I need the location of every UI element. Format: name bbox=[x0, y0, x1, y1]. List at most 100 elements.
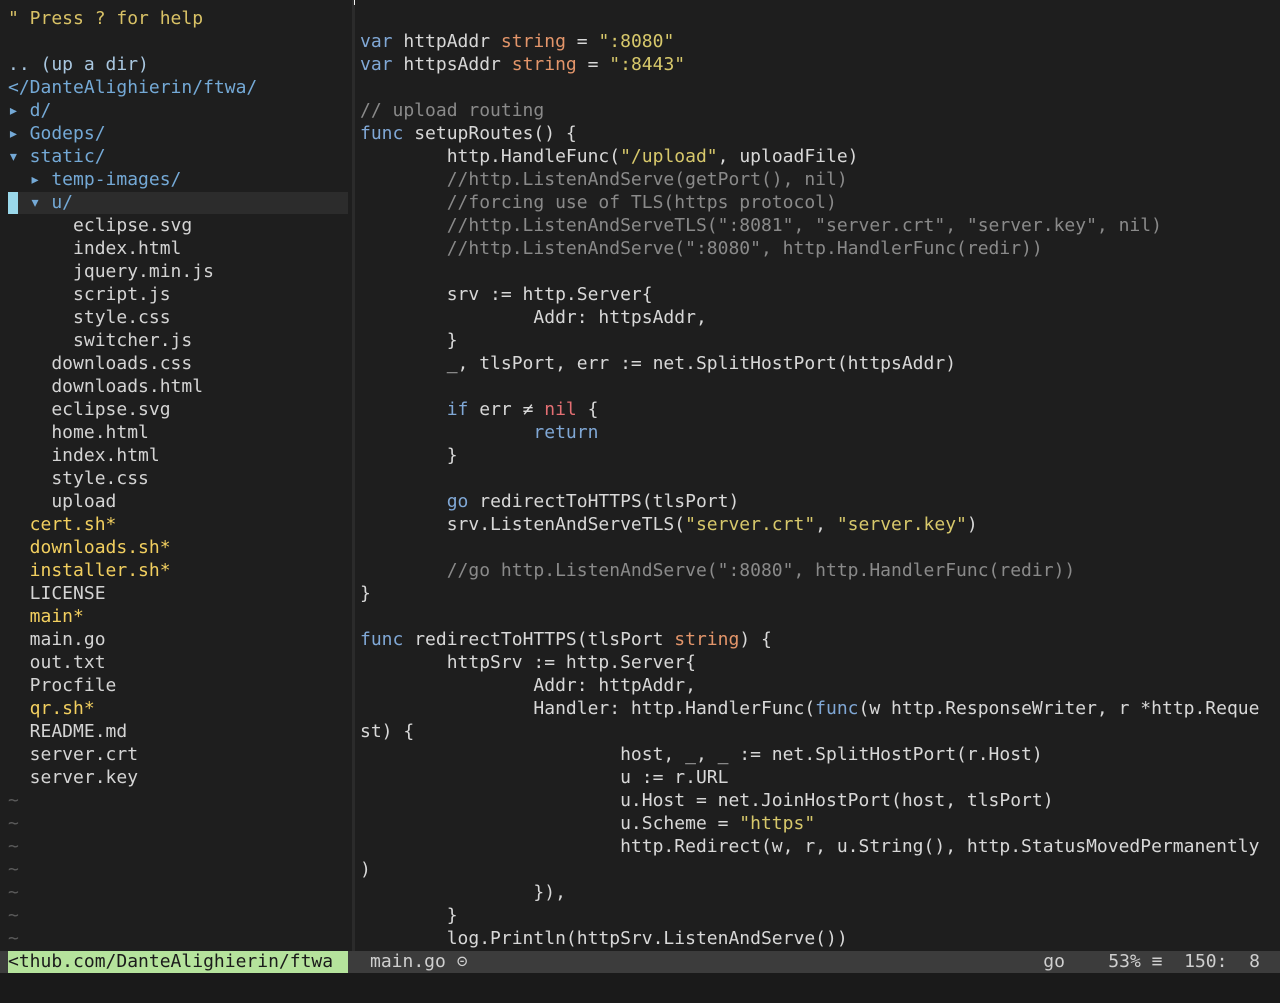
tree-file-item[interactable]: cert.sh* bbox=[8, 513, 348, 536]
tilde-line: ~ bbox=[8, 928, 19, 949]
code-line: st) { bbox=[360, 720, 1275, 743]
code-token: nil bbox=[544, 399, 577, 420]
code-token: //http.ListenAndServeTLS(":8081", "serve… bbox=[360, 215, 1162, 236]
tree-file-item[interactable]: switcher.js bbox=[8, 329, 348, 352]
code-line: http.Redirect(w, r, u.String(), http.Sta… bbox=[360, 835, 1275, 858]
code-line: u.Host = net.JoinHostPort(host, tlsPort) bbox=[360, 789, 1275, 812]
tree-file-item[interactable]: script.js bbox=[8, 283, 348, 306]
code-line: Addr: httpsAddr, bbox=[360, 306, 1275, 329]
code-token: httpsAddr bbox=[392, 54, 512, 75]
statusline: <thub.com/DanteAlighierin/ftwa main.go ⊝… bbox=[0, 951, 1280, 973]
code-line: host, _, _ := net.SplitHostPort(r.Host) bbox=[360, 743, 1275, 766]
code-token: }), bbox=[360, 882, 566, 903]
tree-file-item[interactable]: downloads.css bbox=[8, 352, 348, 375]
tree-file-item[interactable]: index.html bbox=[8, 237, 348, 260]
code-line: return bbox=[360, 421, 1275, 444]
code-token: u := r.URL bbox=[360, 767, 729, 788]
code-token: } bbox=[360, 905, 458, 926]
code-token: go bbox=[446, 491, 469, 512]
code-token: ":8443" bbox=[609, 54, 686, 75]
tree-file-item[interactable]: LICENSE bbox=[8, 582, 348, 605]
tree-file-item[interactable]: style.css bbox=[8, 306, 348, 329]
code-token: ":8080" bbox=[598, 31, 675, 52]
tree-dir-item[interactable]: ▸ d/ bbox=[8, 99, 348, 122]
code-token: //http.ListenAndServe(getPort(), nil) bbox=[360, 169, 848, 190]
tree-file-item[interactable]: index.html bbox=[8, 444, 348, 467]
code-line: srv.ListenAndServeTLS("server.crt", "ser… bbox=[360, 513, 1275, 536]
code-editor[interactable]: var httpAddr string = ":8080" var httpsAd… bbox=[355, 0, 1280, 950]
code-token: redirectToHTTPS(tlsPort bbox=[403, 629, 675, 650]
code-line: func setupRoutes() { bbox=[360, 122, 1275, 145]
code-line: _, tlsPort, err := net.SplitHostPort(htt… bbox=[360, 352, 1275, 375]
code-token: err ≠ bbox=[468, 399, 545, 420]
tree-file-item[interactable]: home.html bbox=[8, 421, 348, 444]
tree-file-item[interactable]: server.key bbox=[8, 766, 348, 789]
code-token: srv.ListenAndServeTLS( bbox=[360, 514, 686, 535]
command-line[interactable] bbox=[0, 973, 1280, 1003]
tree-file-item[interactable]: Procfile bbox=[8, 674, 348, 697]
tree-current-dir[interactable]: </DanteAlighierin/ftwa/ bbox=[8, 76, 348, 99]
code-token: , uploadFile) bbox=[717, 146, 859, 167]
code-line: u := r.URL bbox=[360, 766, 1275, 789]
code-line: //http.ListenAndServeTLS(":8081", "serve… bbox=[360, 214, 1275, 237]
tree-dir-item[interactable]: ▸ Godeps/ bbox=[8, 122, 348, 145]
code-line: httpSrv := http.Server{ bbox=[360, 651, 1275, 674]
code-line: // upload routing bbox=[360, 99, 1275, 122]
tree-file-item[interactable]: jquery.min.js bbox=[8, 260, 348, 283]
tree-file-item[interactable]: eclipse.svg bbox=[8, 214, 348, 237]
code-token: string bbox=[674, 629, 740, 650]
code-token: } bbox=[360, 583, 371, 604]
code-token: var bbox=[360, 54, 393, 75]
code-token: (w http.ResponseWriter, r *http.Reque bbox=[858, 698, 1260, 719]
tree-file-item[interactable]: qr.sh* bbox=[8, 697, 348, 720]
tree-dir-item[interactable]: ▾ u/ bbox=[8, 191, 348, 214]
tree-file-item[interactable]: upload bbox=[8, 490, 348, 513]
code-token: "/upload" bbox=[620, 146, 718, 167]
tree-dir-item[interactable]: ▾ static/ bbox=[8, 145, 348, 168]
tree-file-item[interactable]: server.crt bbox=[8, 743, 348, 766]
code-line: } bbox=[360, 904, 1275, 927]
tree-file-item[interactable]: installer.sh* bbox=[8, 559, 348, 582]
code-line: } bbox=[360, 444, 1275, 467]
code-line: func redirectToHTTPS(tlsPort string) { bbox=[360, 628, 1275, 651]
code-token: u.Host = net.JoinHostPort(host, tlsPort) bbox=[360, 790, 1054, 811]
code-token: u.Scheme = bbox=[360, 813, 740, 834]
code-token: string bbox=[511, 54, 577, 75]
tree-file-item[interactable]: out.txt bbox=[8, 651, 348, 674]
code-token: = bbox=[565, 31, 599, 52]
code-line: } bbox=[360, 329, 1275, 352]
tree-file-item[interactable]: downloads.html bbox=[8, 375, 348, 398]
tree-file-item[interactable]: README.md bbox=[8, 720, 348, 743]
code-token: setupRoutes() { bbox=[403, 123, 577, 144]
code-line: var httpAddr string = ":8080" bbox=[360, 30, 1275, 53]
code-token: "server.crt" bbox=[685, 514, 816, 535]
tilde-line: ~ bbox=[8, 790, 19, 811]
tilde-line: ~ bbox=[8, 813, 19, 834]
code-line: //go http.ListenAndServe(":8080", http.H… bbox=[360, 559, 1275, 582]
code-token: } bbox=[360, 445, 458, 466]
nerdtree-pane[interactable]: " Press ? for help .. (up a dir) </Dante… bbox=[0, 0, 352, 950]
code-token: //http.ListenAndServe(":8080", http.Hand… bbox=[360, 238, 1043, 259]
code-token: ) bbox=[966, 514, 978, 535]
code-token: , bbox=[815, 514, 837, 535]
code-line: Handler: http.HandlerFunc(func(w http.Re… bbox=[360, 697, 1275, 720]
code-token: //go http.ListenAndServe(":8080", http.H… bbox=[360, 560, 1076, 581]
code-token: _, tlsPort, err := net.SplitHostPort(htt… bbox=[360, 353, 957, 374]
tree-file-item[interactable]: style.css bbox=[8, 467, 348, 490]
status-position: go 53% ≡ 150: 8 bbox=[1043, 951, 1260, 972]
tilde-line: ~ bbox=[8, 905, 19, 926]
tree-file-item[interactable]: main.go bbox=[8, 628, 348, 651]
tree-file-item[interactable]: downloads.sh* bbox=[8, 536, 348, 559]
code-token: // upload routing bbox=[360, 100, 545, 121]
tree-file-item[interactable]: eclipse.svg bbox=[8, 398, 348, 421]
tree-up-dir[interactable]: .. (up a dir) bbox=[8, 53, 348, 76]
tree-dir-item[interactable]: ▸ temp-images/ bbox=[8, 168, 348, 191]
code-token: } bbox=[360, 330, 458, 351]
tree-file-item[interactable]: main* bbox=[8, 605, 348, 628]
code-token: = bbox=[576, 54, 610, 75]
